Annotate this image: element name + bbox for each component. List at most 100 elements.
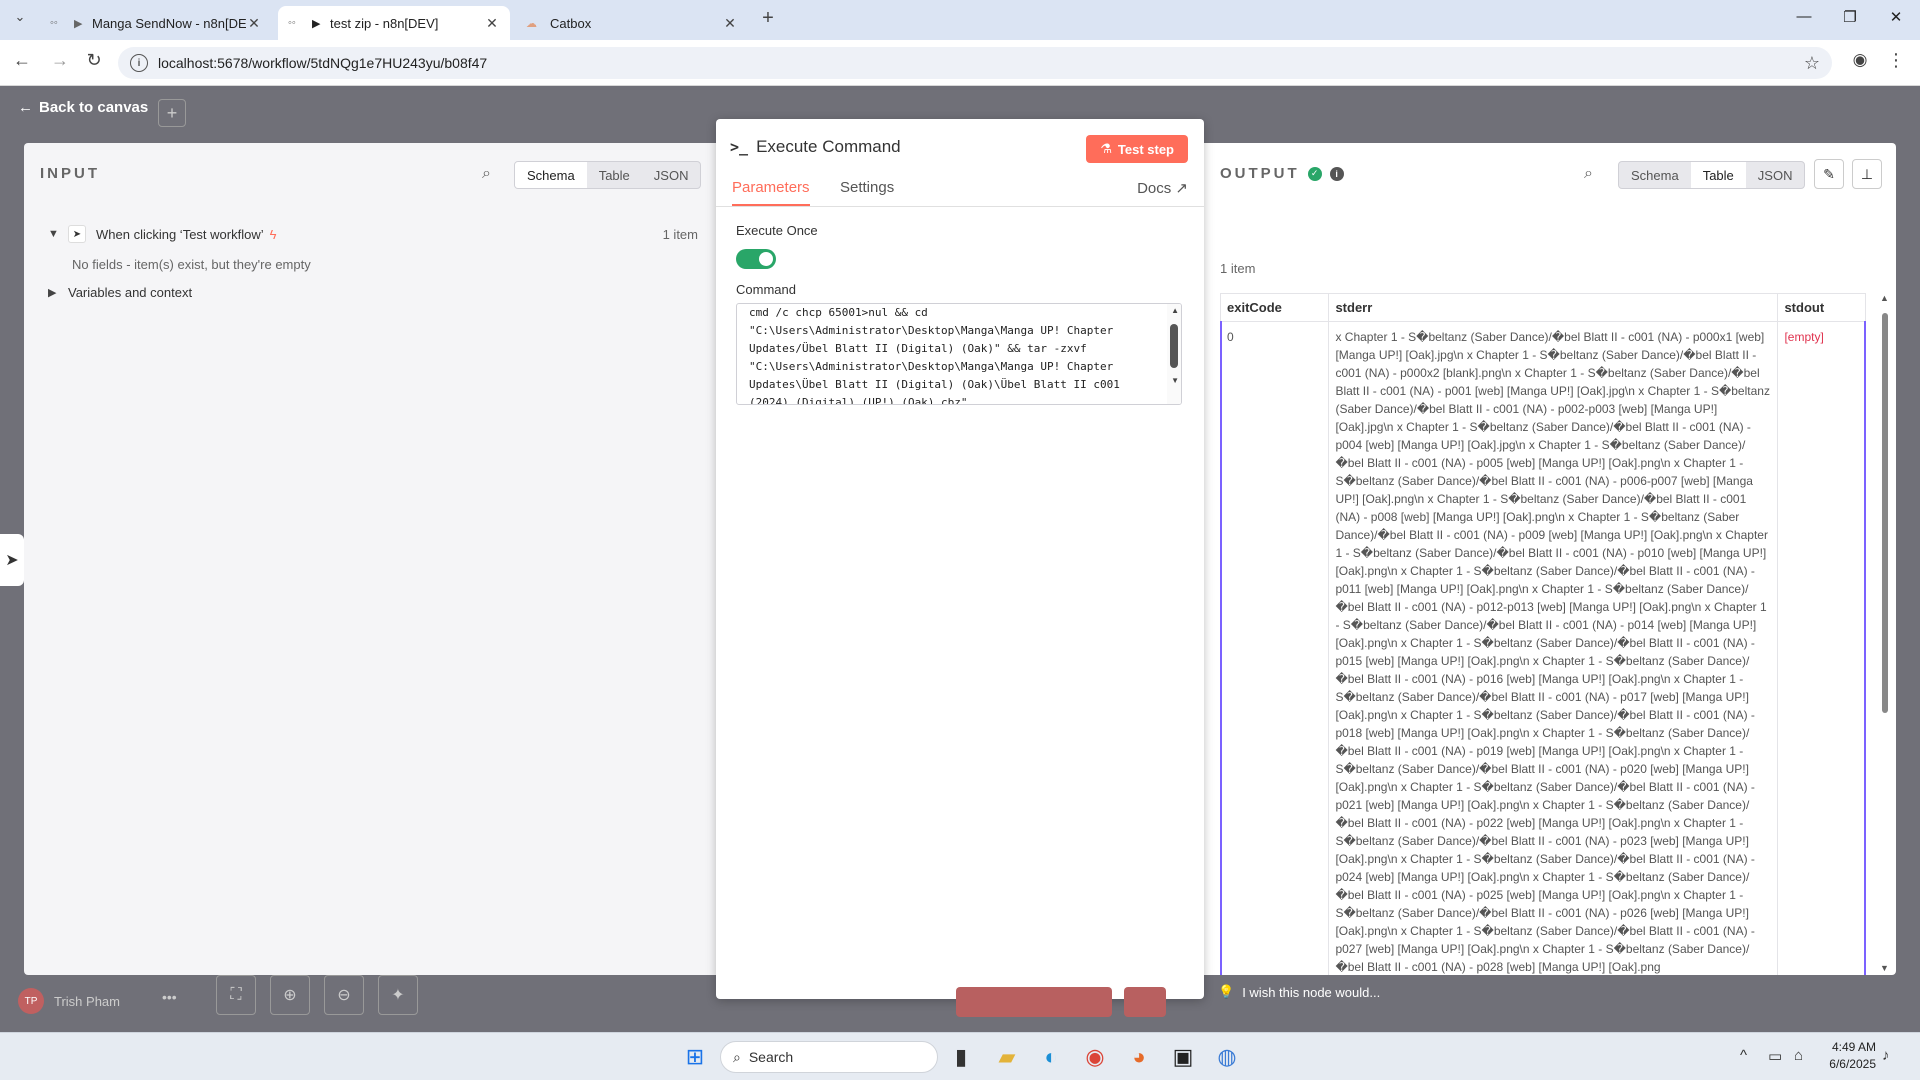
file-explorer-icon[interactable]: ▰ <box>992 1042 1022 1072</box>
restore-icon[interactable]: ❐ <box>1840 8 1860 26</box>
node-title[interactable]: Execute Command <box>756 137 901 157</box>
panel-drag-handle[interactable]: ➤ <box>0 534 24 586</box>
chevron-down-icon[interactable]: ▼ <box>48 228 68 240</box>
variables-context-row[interactable]: ▶ Variables and context <box>48 285 192 300</box>
feedback-prompt[interactable]: 💡 I wish this node would... <box>1218 984 1380 1000</box>
browser-menu-icon[interactable]: ⋮ <box>1884 50 1908 71</box>
test-step-button[interactable]: ⚗ Test step <box>1086 135 1188 163</box>
scroll-thumb[interactable] <box>1170 324 1178 368</box>
back-arrow-icon[interactable]: ← <box>10 50 34 71</box>
info-icon[interactable]: i <box>1329 166 1344 181</box>
site-info-icon[interactable]: i <box>130 54 148 72</box>
output-view-table[interactable]: Table <box>1690 162 1746 188</box>
command-scrollbar[interactable]: ▲ ▼ <box>1167 304 1181 404</box>
output-view-json[interactable]: JSON <box>1746 162 1805 188</box>
command-text[interactable]: cmd /c chcp 65001>nul && cd "C:\Users\Ad… <box>749 304 1159 404</box>
close-tab-icon[interactable]: ✕ <box>484 15 500 32</box>
avatar: TP <box>18 988 44 1014</box>
new-tab-plus-icon[interactable]: + <box>756 7 780 30</box>
scroll-up-icon[interactable]: ▲ <box>1880 293 1889 303</box>
column-header-exitcode: exitCode <box>1219 293 1330 322</box>
task-view-icon[interactable]: ▮ <box>946 1042 976 1072</box>
tab-parameters[interactable]: Parameters <box>732 179 810 206</box>
chrome-icon[interactable]: ◉ <box>1080 1042 1110 1072</box>
pin-icon: ⊥ <box>1860 165 1874 182</box>
input-view-schema[interactable]: Schema <box>515 162 587 188</box>
fit-view-icon: ⛶ <box>230 986 242 1003</box>
tab-search-chevron-icon[interactable]: ⌄ <box>8 9 32 25</box>
command-editor[interactable]: cmd /c chcp 65001>nul && cd "C:\Users\Ad… <box>736 303 1182 405</box>
command-label: Command <box>736 282 796 297</box>
input-view-json[interactable]: JSON <box>642 162 701 188</box>
network-icon[interactable]: ⌂ <box>1794 1047 1803 1064</box>
scroll-thumb[interactable] <box>1882 313 1888 713</box>
input-item-count: 1 item <box>662 226 698 242</box>
close-tab-icon[interactable]: ✕ <box>246 15 262 32</box>
output-scrollbar[interactable]: ▲ ▼ <box>1880 293 1890 973</box>
user-menu[interactable]: TP Trish Pham <box>18 988 120 1014</box>
scroll-down-icon[interactable]: ▼ <box>1171 376 1179 385</box>
search-icon[interactable]: ⌕ <box>482 165 491 183</box>
cell-exitcode[interactable]: 0 <box>1219 321 1330 975</box>
close-window-icon[interactable]: ✕ <box>1886 8 1906 26</box>
back-to-canvas-link[interactable]: ← Back to canvas <box>18 99 148 116</box>
scroll-down-icon[interactable]: ▼ <box>1880 963 1889 973</box>
reload-icon[interactable]: ↻ <box>82 50 106 71</box>
output-panel: OUTPUT ✓ i ⌕ Schema Table JSON ✎ ⊥ 1 ite… <box>1204 143 1896 975</box>
arrow-left-icon: ← <box>18 99 33 116</box>
browser-tab-test-zip[interactable]: ◦◦ ▶ test zip - n8n[DEV] ✕ <box>278 6 510 40</box>
notification-bell-icon[interactable]: ♪ <box>1882 1047 1890 1064</box>
n8n-icon: ◦◦ <box>50 17 58 29</box>
minimize-icon[interactable]: — <box>1794 8 1814 25</box>
zoom-out-button[interactable]: ⊖ <box>324 975 364 1015</box>
scroll-up-icon[interactable]: ▲ <box>1171 306 1179 315</box>
bookmark-star-icon[interactable]: ☆ <box>1804 53 1820 74</box>
input-view-table[interactable]: Table <box>587 162 642 188</box>
output-view-schema[interactable]: Schema <box>1619 162 1691 188</box>
qbittorrent-icon[interactable]: ◍ <box>1212 1042 1242 1072</box>
close-tab-icon[interactable]: ✕ <box>722 15 738 32</box>
tray-chevron-icon[interactable]: ^ <box>1740 1047 1747 1064</box>
url-text[interactable]: localhost:5678/workflow/5tdNQg1e7HU243yu… <box>158 55 487 71</box>
forward-arrow-icon[interactable]: → <box>48 50 72 71</box>
cell-stdout[interactable]: [empty] <box>1777 321 1866 975</box>
terminal-icon[interactable]: ▣ <box>1168 1042 1198 1072</box>
bolt-icon: ϟ <box>269 226 277 242</box>
terminal-icon: >_ <box>730 138 749 156</box>
tidy-up-button[interactable]: ✦ <box>378 975 418 1015</box>
more-options-icon[interactable]: ••• <box>162 989 177 1005</box>
profile-icon[interactable]: ◉ <box>1848 50 1872 70</box>
tab-settings[interactable]: Settings <box>840 179 894 204</box>
flask-icon: ⚗ <box>1100 141 1112 156</box>
edit-output-button[interactable]: ✎ <box>1814 159 1844 189</box>
edge-icon[interactable]: ◐ <box>1036 1042 1066 1072</box>
display-icon[interactable]: ▭ <box>1768 1047 1782 1065</box>
execute-workflow-button[interactable] <box>956 987 1112 1017</box>
browser-tab-catbox[interactable]: ☁ Catbox ✕ <box>516 6 748 40</box>
firefox-icon[interactable]: ◕ <box>1124 1042 1154 1072</box>
search-icon[interactable]: ⌕ <box>1584 165 1593 183</box>
delete-execution-button[interactable] <box>1124 987 1166 1017</box>
docs-link[interactable]: Docs ↗ <box>1137 179 1188 197</box>
node-details-panel: >_ Execute Command ⚗ Test step Parameter… <box>716 119 1204 999</box>
url-bar[interactable]: i localhost:5678/workflow/5tdNQg1e7HU243… <box>118 47 1832 79</box>
taskbar-search[interactable]: ⌕ Search <box>720 1041 938 1073</box>
add-node-button[interactable]: + <box>158 99 186 127</box>
cell-stderr[interactable]: x Chapter 1 - S�beltanz (Saber Dance)/�b… <box>1328 321 1779 975</box>
execute-once-label: Execute Once <box>736 223 818 238</box>
output-panel-title: OUTPUT ✓ i <box>1220 165 1344 182</box>
browser-tab-manga-sendnow[interactable]: ◦◦ ▶ Manga SendNow - n8n[DEV] ✕ <box>40 6 272 40</box>
windows-start-icon[interactable]: ⊞ <box>680 1042 710 1072</box>
input-panel-title: INPUT <box>40 165 100 182</box>
chevron-right-icon[interactable]: ▶ <box>48 286 68 299</box>
input-view-switch: Schema Table JSON <box>514 161 702 189</box>
execute-once-toggle[interactable] <box>736 249 776 269</box>
zoom-in-button[interactable]: ⊕ <box>270 975 310 1015</box>
trigger-node-row[interactable]: ▼ ➤ When clicking ‘Test workflow’ ϟ 1 it… <box>48 225 698 243</box>
wand-icon: ✦ <box>391 987 405 1004</box>
pin-data-button[interactable]: ⊥ <box>1852 159 1882 189</box>
fit-view-button[interactable]: ⛶ <box>216 975 256 1015</box>
output-table: exitCode stderr stdout 0 x Chapter 1 - S… <box>1219 293 1866 975</box>
taskbar-clock[interactable]: 4:49 AM 6/6/2025 <box>1829 1039 1876 1073</box>
trigger-node-name: When clicking ‘Test workflow’ <box>96 226 264 242</box>
